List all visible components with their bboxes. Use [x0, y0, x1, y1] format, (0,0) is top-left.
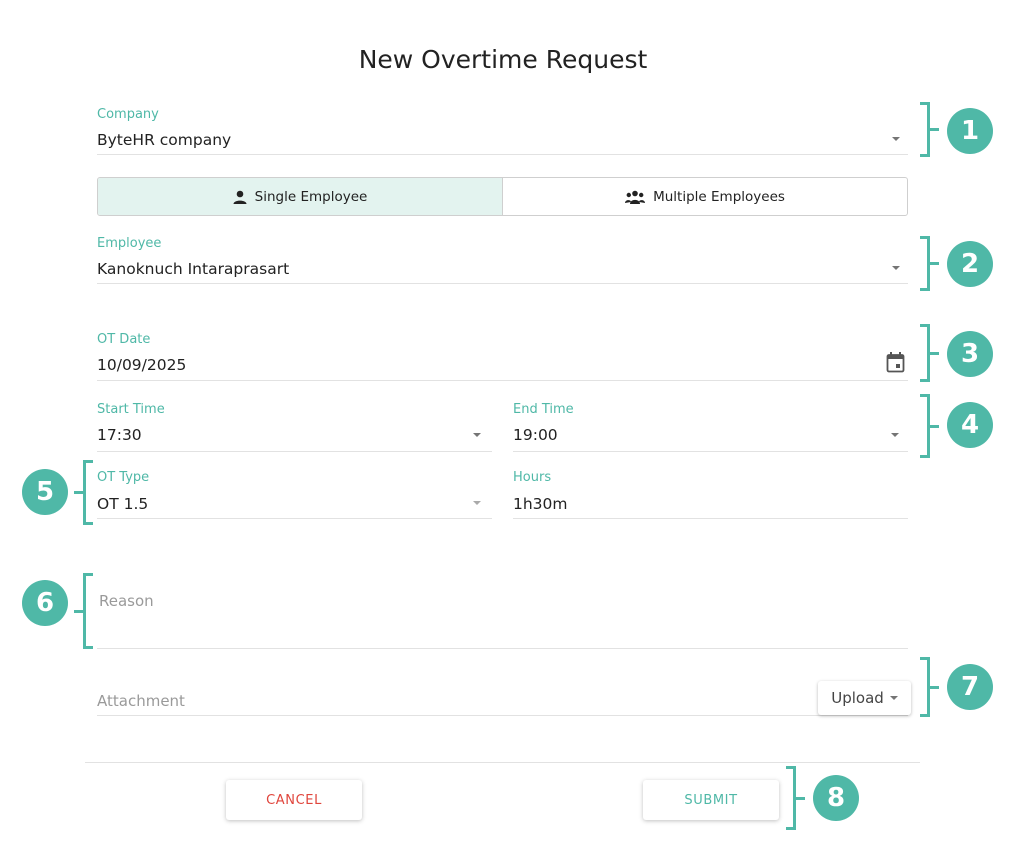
footer-divider: [85, 762, 920, 763]
caret-down-icon: [892, 137, 900, 141]
hours-label: Hours: [513, 470, 552, 485]
ot-type-label: OT Type: [97, 470, 150, 485]
callout-bracket-1: [920, 102, 939, 157]
cancel-button[interactable]: CANCEL: [226, 780, 362, 820]
callout-badge-6: 6: [22, 580, 68, 626]
callout-bracket-2: [920, 236, 939, 291]
caret-down-icon: [889, 696, 898, 700]
start-time-value: 17:30: [97, 426, 142, 444]
company-label: Company: [97, 107, 159, 122]
callout-badge-3: 3: [947, 331, 993, 377]
end-time-select[interactable]: End Time 19:00: [513, 400, 908, 452]
callout-bracket-4: [920, 394, 939, 458]
start-time-select[interactable]: Start Time 17:30: [97, 400, 492, 452]
caret-down-icon: [892, 266, 900, 270]
callout-badge-4: 4: [947, 402, 993, 448]
end-time-value: 19:00: [513, 426, 558, 444]
caret-down-icon: [473, 433, 481, 437]
hours-value: 1h30m: [513, 495, 568, 513]
caret-down-icon: [891, 433, 899, 437]
reason-textarea[interactable]: Reason: [97, 582, 908, 649]
callout-bracket-8: [786, 766, 805, 830]
ot-date-value: 10/09/2025: [97, 356, 187, 374]
ot-date-label: OT Date: [97, 332, 151, 347]
multiple-employees-label: Multiple Employees: [653, 188, 785, 205]
end-time-label: End Time: [513, 402, 574, 417]
ot-type-value: OT 1.5: [97, 495, 149, 513]
person-icon: [233, 190, 247, 204]
callout-bracket-3: [920, 324, 939, 382]
callout-badge-5: 5: [22, 469, 68, 515]
single-employee-label: Single Employee: [254, 188, 368, 205]
attachment-placeholder: Attachment: [97, 692, 185, 710]
employee-value: Kanoknuch Intaraprasart: [97, 260, 290, 278]
caret-down-icon: [473, 501, 481, 505]
attachment-field: Attachment: [97, 680, 908, 716]
single-employee-button[interactable]: Single Employee: [98, 178, 503, 215]
ot-date-field[interactable]: OT Date 10/09/2025: [97, 330, 908, 381]
callout-badge-1: 1: [947, 108, 993, 154]
upload-label: Upload: [831, 689, 884, 707]
callout-bracket-6: [74, 573, 93, 649]
reason-placeholder: Reason: [99, 592, 154, 610]
hours-field[interactable]: Hours 1h30m: [513, 468, 908, 519]
callout-badge-2: 2: [947, 241, 993, 287]
ot-type-select[interactable]: OT Type OT 1.5: [97, 468, 492, 519]
group-icon: [625, 190, 646, 204]
employee-label: Employee: [97, 236, 162, 251]
multiple-employees-button[interactable]: Multiple Employees: [503, 178, 907, 215]
start-time-label: Start Time: [97, 402, 165, 417]
company-select[interactable]: Company ByteHR company: [97, 105, 908, 155]
dialog-title: New Overtime Request: [358, 45, 648, 74]
submit-button[interactable]: SUBMIT: [643, 780, 779, 820]
callout-badge-7: 7: [947, 664, 993, 710]
callout-bracket-7: [920, 657, 939, 717]
callout-badge-8: 8: [813, 775, 859, 821]
employee-mode-toggle: Single Employee Multiple Employees: [97, 177, 908, 216]
company-value: ByteHR company: [97, 131, 232, 149]
upload-button[interactable]: Upload: [818, 681, 911, 715]
calendar-icon[interactable]: [886, 352, 905, 373]
employee-select[interactable]: Employee Kanoknuch Intaraprasart: [97, 234, 908, 284]
callout-bracket-5: [74, 460, 93, 525]
